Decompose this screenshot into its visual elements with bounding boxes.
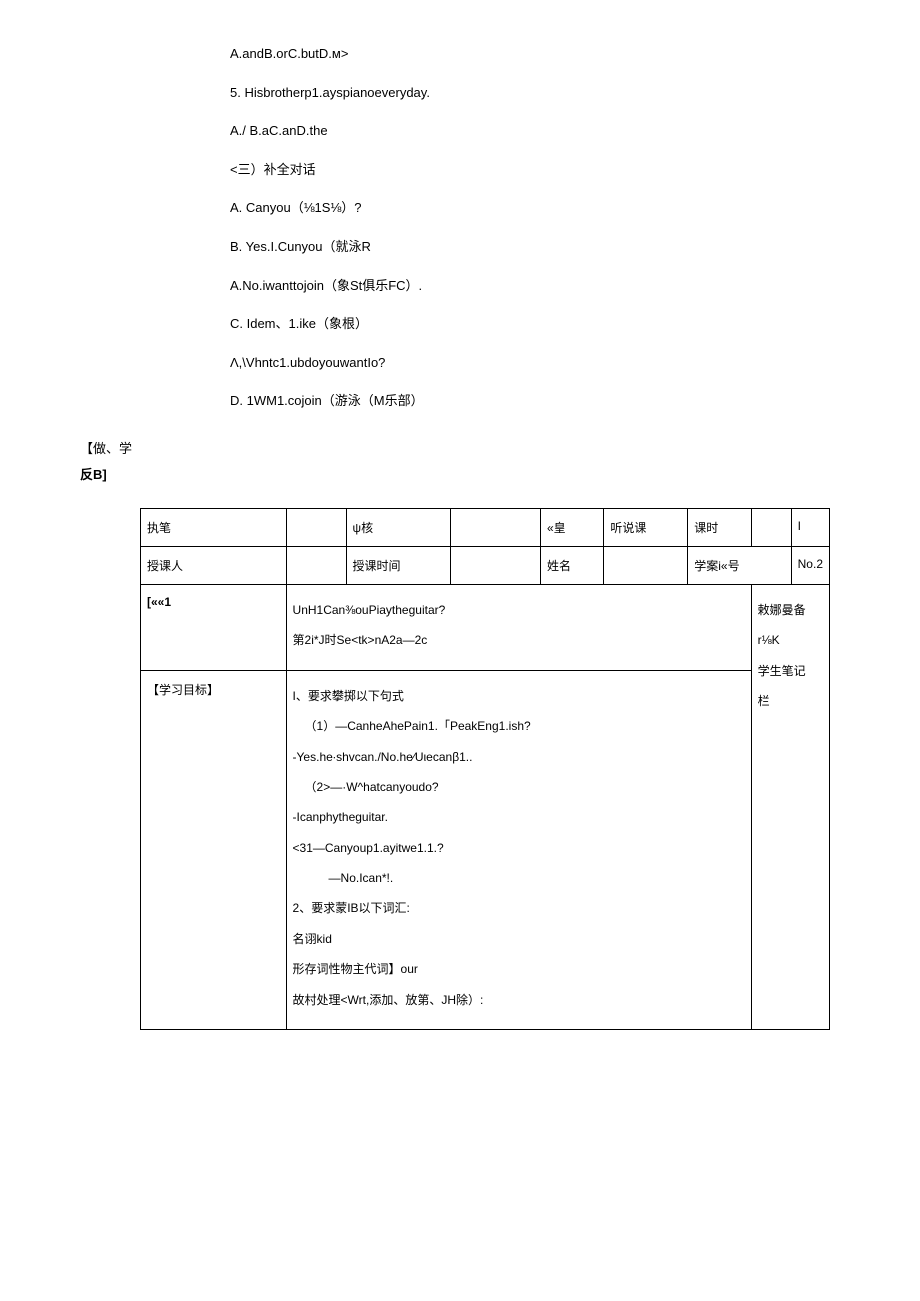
cell-type-value: 听说课 bbox=[604, 508, 688, 546]
cell-name-label: 姓名 bbox=[540, 546, 603, 584]
table-row: 执笔 ψ核 «皇 听说课 课时 I bbox=[141, 508, 830, 546]
obj-l10: 形存词性物主代词】our bbox=[293, 956, 745, 982]
cell-review-label: ψ核 bbox=[346, 508, 450, 546]
cell-planno-label: 学案i«号 bbox=[688, 546, 791, 584]
cell-time-value bbox=[450, 546, 540, 584]
dialog-a1: A. Canyou（⅛1S⅛）? bbox=[230, 194, 860, 223]
obj-l9: 名诩kid bbox=[293, 926, 745, 952]
cell-planno-value: No.2 bbox=[791, 546, 829, 584]
obj-l4: （2>—·W^hatcanyoudo? bbox=[293, 774, 745, 800]
cell-teacher-label: 授课人 bbox=[141, 546, 287, 584]
notes-l1: 敕娜曼备 bbox=[758, 597, 823, 623]
obj-l8: 2、要求蒙IB以下词汇: bbox=[293, 895, 745, 921]
q4-options: A.andB.orC.butD.м> bbox=[230, 40, 860, 69]
notes-l4: 栏 bbox=[758, 688, 823, 714]
topic-line1: UnH1Can⅜ouPiaytheguitar? bbox=[293, 597, 745, 623]
obj-l2: （1）—CanheAhePain1.「PeakEng1.ish? bbox=[293, 713, 745, 739]
cell-author-value bbox=[286, 508, 346, 546]
cell-time-label: 授课时间 bbox=[346, 546, 450, 584]
topic-line2: 第2i*J时Se<tk>nA2a—2c bbox=[293, 627, 745, 653]
note-line2: 反B] bbox=[80, 462, 860, 488]
exercise-top: A.andB.orC.butD.м> 5. Hisbrotherp1.ayspi… bbox=[60, 40, 860, 416]
obj-l11: 故村处理<Wrt,添加、放第、JH除）: bbox=[293, 987, 745, 1013]
q5-stem: 5. Hisbrotherp1.ayspianoeveryday. bbox=[230, 79, 860, 108]
notes-l2: r⅛K bbox=[758, 627, 823, 653]
cell-period-label: 课时 bbox=[688, 508, 751, 546]
table-row: 【学习目标】 I、要求攀掷以下句式 （1）—CanheAhePain1.「Pea… bbox=[141, 670, 830, 1029]
obj-l5: -Icanphytheguitar. bbox=[293, 804, 745, 830]
cell-review-value bbox=[450, 508, 540, 546]
obj-l6: <31—Canyoup1.ayitwe1.1.? bbox=[293, 835, 745, 861]
dialog-c1: C. Idem、1.ike（象根） bbox=[230, 310, 860, 339]
cell-type-label: «皇 bbox=[540, 508, 603, 546]
obj-l1: I、要求攀掷以下句式 bbox=[293, 683, 745, 709]
cell-objectives-content: I、要求攀掷以下句式 （1）—CanheAhePain1.「PeakEng1.i… bbox=[286, 670, 751, 1029]
notes-l3: 学生笔记 bbox=[758, 658, 823, 684]
cell-teacher-value bbox=[286, 546, 346, 584]
cell-objectives-label: 【学习目标】 bbox=[141, 670, 287, 1029]
obj-l7: —No.Ican*!. bbox=[293, 865, 745, 891]
dialog-b1: B. Yes.I.Cunyou（就泳R bbox=[230, 233, 860, 262]
obj-l3: -Yes.he∙shvcan./No.he∕Uιecanβ1.. bbox=[293, 744, 745, 770]
cell-notes-column: 敕娜曼备 r⅛K 学生笔记 栏 bbox=[751, 584, 829, 1029]
dialog-a2: A.No.iwanttojoin（象St俱乐FC）. bbox=[230, 272, 860, 301]
cell-period-num: I bbox=[791, 508, 829, 546]
lesson-plan-table: 执笔 ψ核 «皇 听说课 课时 I 授课人 授课时间 姓名 学案i«号 No.2… bbox=[140, 508, 830, 1030]
dialog-a3: Λ,\Vhntc1.ubdoyouwantIo? bbox=[230, 349, 860, 378]
cell-topic-content: UnH1Can⅜ouPiaytheguitar? 第2i*J时Se<tk>nA2… bbox=[286, 584, 751, 670]
cell-name-value bbox=[604, 546, 688, 584]
cell-period-value bbox=[751, 508, 791, 546]
table-row: [««1 UnH1Can⅜ouPiaytheguitar? 第2i*J时Se<t… bbox=[141, 584, 830, 670]
note-line1: 【做、学 bbox=[80, 436, 860, 462]
section3-title: <三）补全对话 bbox=[230, 156, 860, 185]
table-row: 授课人 授课时间 姓名 学案i«号 No.2 bbox=[141, 546, 830, 584]
q5-options: A./ B.aC.anD.the bbox=[230, 117, 860, 146]
dialog-d1: D. 1WM1.cojoin（游泳（M乐部） bbox=[230, 387, 860, 416]
cell-author-label: 执笔 bbox=[141, 508, 287, 546]
cell-topic-label: [««1 bbox=[141, 584, 287, 670]
reflection-note: 【做、学 反B] bbox=[60, 436, 860, 488]
